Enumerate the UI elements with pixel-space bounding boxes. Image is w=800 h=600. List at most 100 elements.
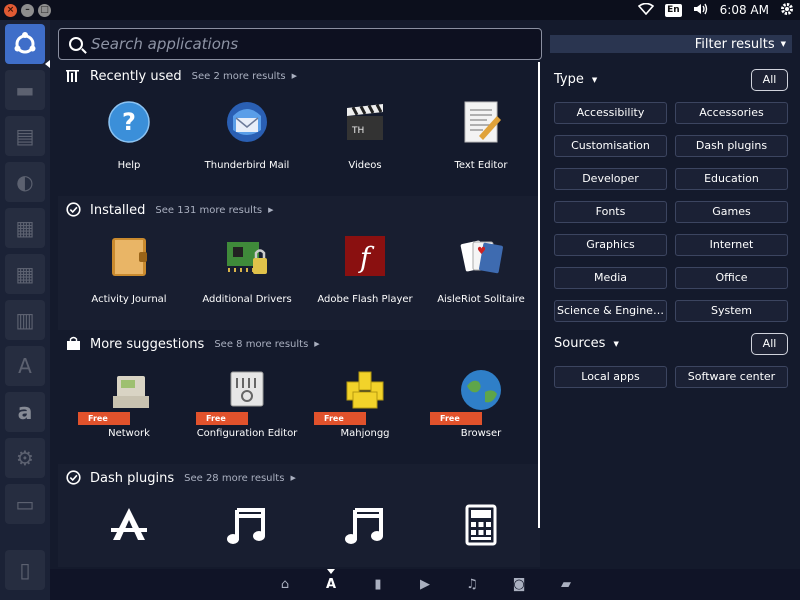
filter-type-button[interactable]: Media xyxy=(554,267,667,289)
minimize-window-button[interactable]: – xyxy=(21,3,34,17)
result-tile-help[interactable]: ? Help xyxy=(70,92,188,202)
category-title: Recently used xyxy=(90,68,182,84)
filter-source-button[interactable]: Local apps xyxy=(554,366,667,388)
files-lens-icon[interactable]: ▮ xyxy=(370,578,386,592)
tile-label: Mahjongg xyxy=(340,428,390,439)
category-header[interactable]: Installed See 131 more results ▶ xyxy=(66,200,273,220)
category-header[interactable]: Dash plugins See 28 more results ▶ xyxy=(66,468,296,488)
result-tile-mahjongg[interactable]: Free Mahjongg xyxy=(306,360,424,470)
ubuntu-logo-icon xyxy=(14,32,36,54)
category-header[interactable]: Recently used See 2 more results ▶ xyxy=(66,66,297,86)
music-lens-icon[interactable]: ♫ xyxy=(464,578,480,592)
filter-type-button[interactable]: System xyxy=(675,300,788,322)
launcher-workspace-icon[interactable]: ▭ xyxy=(5,484,45,524)
see-more-link[interactable]: See 28 more results xyxy=(184,473,284,484)
launcher-amazon-icon[interactable]: a xyxy=(5,392,45,432)
keyboard-layout-indicator[interactable]: En xyxy=(665,3,682,17)
result-tile-network[interactable]: Free Network xyxy=(70,360,188,470)
tile-label: Help xyxy=(117,160,141,171)
triangle-down-icon: ▼ xyxy=(613,339,619,348)
filter-type-button[interactable]: Accessibility xyxy=(554,102,667,124)
category-title: Installed xyxy=(90,202,146,218)
search-input[interactable] xyxy=(91,35,511,53)
filter-type-button[interactable]: Education xyxy=(675,168,788,190)
filter-type-button[interactable]: Graphics xyxy=(554,234,667,256)
search-box[interactable] xyxy=(58,28,542,60)
result-tile-videos[interactable]: TH Videos xyxy=(306,92,424,202)
result-tile-browser[interactable]: Free Browser xyxy=(422,360,540,470)
result-tile-activity-journal[interactable]: Activity Journal xyxy=(70,226,188,336)
filter-type-label: Type xyxy=(554,72,584,87)
launcher-software-center-icon[interactable]: A xyxy=(5,346,45,386)
result-tile-configuration-editor[interactable]: Free Configuration Editor xyxy=(188,360,306,470)
launcher-trash-icon[interactable]: ▯ xyxy=(5,550,45,590)
results-area: Recently used See 2 more results ▶ ? Hel… xyxy=(58,62,540,567)
chevron-right-icon: ▶ xyxy=(291,72,297,80)
volume-icon[interactable] xyxy=(693,3,709,18)
close-window-button[interactable]: × xyxy=(4,3,17,17)
see-more-link[interactable]: See 131 more results xyxy=(155,205,262,216)
result-tile-music-plugin-2[interactable] xyxy=(306,494,424,567)
filter-type-button[interactable]: Games xyxy=(675,201,788,223)
solitaire-icon: ♥ xyxy=(459,234,503,278)
video-lens-icon[interactable]: ▶ xyxy=(417,578,433,592)
results-scrollbar[interactable] xyxy=(538,62,540,528)
result-tile-applications-plugin[interactable] xyxy=(70,494,188,567)
filter-type-button[interactable]: Customisation xyxy=(554,135,667,157)
filter-type-button[interactable]: Dash plugins xyxy=(675,135,788,157)
type-all-button[interactable]: All xyxy=(751,69,788,91)
see-more-link[interactable]: See 8 more results xyxy=(214,339,308,350)
filter-type-button[interactable]: Accessories xyxy=(675,102,788,124)
launcher-calc-icon[interactable]: ▦ xyxy=(5,254,45,294)
filter-type-button[interactable]: Developer xyxy=(554,168,667,190)
wifi-icon[interactable] xyxy=(637,2,655,18)
sources-all-button[interactable]: All xyxy=(751,333,788,355)
filter-type-button[interactable]: Science & Engine… xyxy=(554,300,667,322)
filter-sources-title[interactable]: Sources ▼ xyxy=(554,336,619,351)
activity-journal-icon xyxy=(107,234,151,278)
additional-drivers-icon xyxy=(225,234,269,278)
launcher-settings-icon[interactable]: ⚙ xyxy=(5,438,45,478)
calculator-icon xyxy=(459,502,503,546)
filter-type-button[interactable]: Internet xyxy=(675,234,788,256)
result-tile-additional-drivers[interactable]: Additional Drivers xyxy=(188,226,306,336)
filter-type-button[interactable]: Office xyxy=(675,267,788,289)
result-tile-calculator-plugin[interactable] xyxy=(422,494,540,567)
result-tile-adobe-flash-player[interactable]: f Adobe Flash Player xyxy=(306,226,424,336)
tile-label: Browser xyxy=(460,428,502,439)
result-tile-aisleriot-solitaire[interactable]: ♥ AisleRiot Solitaire xyxy=(422,226,540,336)
music-note-icon xyxy=(343,502,387,546)
maximize-window-button[interactable]: □ xyxy=(38,3,51,17)
dash-home-button[interactable] xyxy=(5,24,45,64)
gear-icon[interactable] xyxy=(780,2,794,19)
home-lens-icon[interactable]: ⌂ xyxy=(277,578,293,592)
chevron-right-icon: ▶ xyxy=(314,340,320,348)
free-badge: Free xyxy=(430,412,482,425)
social-lens-icon[interactable]: ▰ xyxy=(558,578,574,592)
tile-label: Text Editor xyxy=(454,160,508,171)
applications-lens-icon[interactable]: A xyxy=(323,578,339,592)
svg-text:TH: TH xyxy=(351,126,364,136)
photos-lens-icon[interactable]: ◙ xyxy=(511,578,527,592)
see-more-link[interactable]: See 2 more results xyxy=(192,71,286,82)
triangle-down-icon: ▼ xyxy=(591,75,598,84)
result-tile-thunderbird[interactable]: Thunderbird Mail xyxy=(188,92,306,202)
clock[interactable]: 6:08 AM xyxy=(720,3,769,17)
launcher-writer-icon[interactable]: ▦ xyxy=(5,208,45,248)
filter-type-title[interactable]: Type ▼ xyxy=(554,72,597,87)
filter-results-toggle[interactable]: Filter results ▼ xyxy=(550,35,792,53)
music-note-icon xyxy=(225,502,269,546)
launcher-impress-icon[interactable]: ▥ xyxy=(5,300,45,340)
launcher-files-icon[interactable]: ▬ xyxy=(5,70,45,110)
plugins-check-icon xyxy=(66,470,82,486)
thunderbird-icon xyxy=(225,100,269,144)
tile-label: Additional Drivers xyxy=(202,294,292,305)
launcher-firefox-icon[interactable]: ◐ xyxy=(5,162,45,202)
filter-source-button[interactable]: Software center xyxy=(675,366,788,388)
chevron-right-icon: ▶ xyxy=(290,474,296,482)
filter-type-button[interactable]: Fonts xyxy=(554,201,667,223)
result-tile-music-plugin[interactable] xyxy=(188,494,306,567)
category-header[interactable]: More suggestions See 8 more results ▶ xyxy=(66,334,320,354)
result-tile-text-editor[interactable]: Text Editor xyxy=(422,92,540,202)
launcher-window-icon[interactable]: ▤ xyxy=(5,116,45,156)
